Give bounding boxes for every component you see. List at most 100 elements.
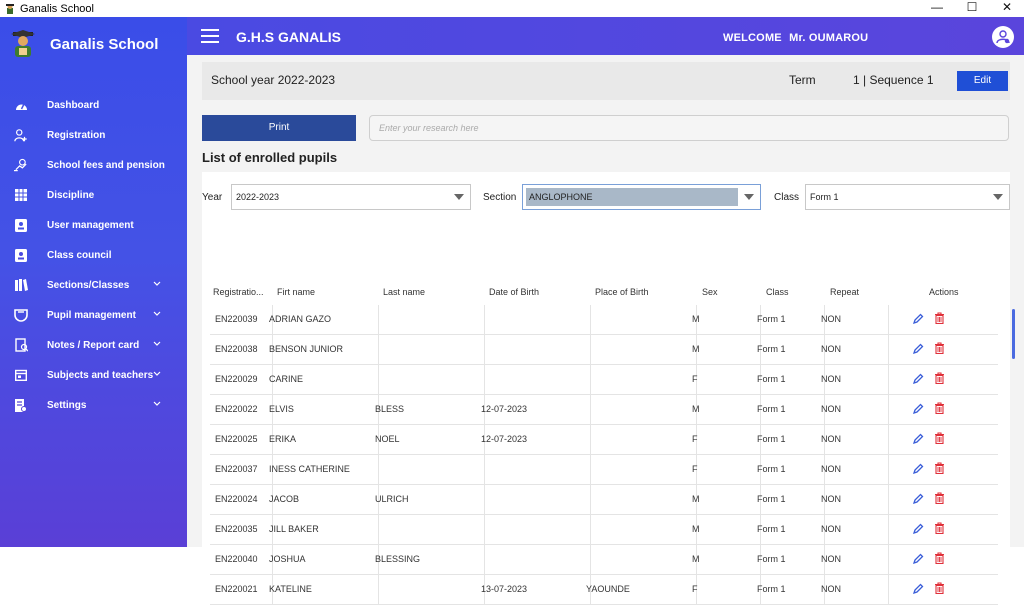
sidebar-item-pupil-management[interactable]: Pupil management [0, 300, 187, 330]
table-row[interactable]: EN220037 INESS CATHERINE F Form 1 NON [210, 455, 998, 485]
delete-trash-icon[interactable] [934, 552, 945, 564]
edit-pencil-icon[interactable] [912, 433, 924, 445]
school-logo-icon [11, 30, 35, 57]
cell-divider [590, 545, 591, 574]
sidebar-item-label: Class council [47, 249, 112, 261]
cell-divider [484, 455, 485, 484]
cell-date-of-birth: 12-07-2023 [481, 404, 528, 414]
edit-pencil-icon[interactable] [912, 403, 924, 415]
table-row[interactable]: EN220021 KATELINE 13-07-2023 YAOUNDE F Form 1… [210, 575, 998, 605]
sidebar-item-sections-classes[interactable]: Sections/Classes [0, 270, 187, 300]
table-row[interactable]: EN220025 ERIKA NOEL 12-07-2023 F Form 1 NON [210, 425, 998, 455]
term-label: Term [789, 73, 816, 87]
cell-sex: F [692, 434, 698, 444]
minimize-button[interactable]: — [917, 0, 957, 17]
delete-trash-icon[interactable] [934, 522, 945, 534]
cell-repeat: NON [821, 554, 841, 564]
cell-divider [484, 515, 485, 544]
cell-divider [378, 305, 379, 334]
edit-pencil-icon[interactable] [912, 343, 924, 355]
sidebar-item-dashboard[interactable]: Dashboard [0, 90, 187, 120]
edit-pencil-icon[interactable] [912, 553, 924, 565]
cell-divider [888, 365, 889, 394]
table-scrollbar[interactable] [1012, 309, 1015, 359]
cell-class: Form 1 [757, 494, 786, 504]
table-row[interactable]: EN220035 JILL BAKER M Form 1 NON [210, 515, 998, 545]
cell-sex: M [692, 404, 700, 414]
sidebar-item-settings[interactable]: Settings [0, 390, 187, 420]
table-row[interactable]: EN220039 ADRIAN GAZO M Form 1 NON [210, 305, 998, 335]
dropdown-arrow-icon [993, 194, 1003, 200]
cell-divider [378, 515, 379, 544]
dropdown-arrow-icon [744, 194, 754, 200]
table-row[interactable]: EN220024 JACOB ULRICH M Form 1 NON [210, 485, 998, 515]
delete-trash-icon[interactable] [934, 312, 945, 324]
sidebar-item-subjects-teachers[interactable]: Subjects and teachers [0, 360, 187, 390]
edit-pencil-icon[interactable] [912, 583, 924, 595]
search-input[interactable]: Enter your research here [369, 115, 1009, 141]
year-select[interactable]: 2022-2023 [231, 184, 471, 210]
section-select[interactable]: ANGLOPHONE [522, 184, 761, 210]
graduation-icon [14, 308, 28, 322]
sidebar-item-discipline[interactable]: Discipline [0, 180, 187, 210]
cell-sex: F [692, 374, 698, 384]
hamburger-menu-icon[interactable] [201, 29, 219, 43]
col-registration[interactable]: Registratio... [213, 287, 264, 297]
section-value: ANGLOPHONE [526, 188, 738, 206]
cell-first-name: ELVIS [269, 404, 294, 414]
cell-sex: M [692, 314, 700, 324]
edit-pencil-icon[interactable] [912, 493, 924, 505]
cell-repeat: NON [821, 404, 841, 414]
delete-trash-icon[interactable] [934, 492, 945, 504]
cell-divider [484, 545, 485, 574]
delete-trash-icon[interactable] [934, 402, 945, 414]
col-sex[interactable]: Sex [702, 287, 718, 297]
col-repeat[interactable]: Repeat [830, 287, 859, 297]
sidebar-item-registration[interactable]: Registration [0, 120, 187, 150]
edit-pencil-icon[interactable] [912, 463, 924, 475]
cell-first-name: ADRIAN GAZO [269, 314, 332, 324]
sidebar-item-label: Dashboard [47, 99, 100, 111]
cell-registration: EN220021 [215, 584, 258, 594]
delete-trash-icon[interactable] [934, 462, 945, 474]
edit-button[interactable]: Edit [957, 71, 1008, 91]
edit-pencil-icon[interactable] [912, 523, 924, 535]
edit-pencil-icon[interactable] [912, 373, 924, 385]
sidebar-item-notes-report-card[interactable]: Notes / Report card [0, 330, 187, 360]
chevron-down-icon [153, 371, 161, 376]
cell-last-name: BLESS [375, 404, 405, 414]
table-row[interactable]: EN220029 CARINE F Form 1 NON [210, 365, 998, 395]
cell-class: Form 1 [757, 404, 786, 414]
col-date-of-birth[interactable]: Date of Birth [489, 287, 539, 297]
delete-trash-icon[interactable] [934, 582, 945, 594]
table-header: Registratio... Firt name Last name Date … [210, 287, 1005, 301]
list-title: List of enrolled pupils [202, 150, 338, 165]
delete-trash-icon[interactable] [934, 372, 945, 384]
user-avatar-icon[interactable] [992, 26, 1014, 48]
cell-divider [378, 575, 379, 604]
table-row[interactable]: EN220040 JOSHUA BLESSING M Form 1 NON [210, 545, 998, 575]
brand[interactable]: Ganalis School [10, 29, 158, 59]
sidebar-item-label: Registration [47, 129, 106, 141]
print-button[interactable]: Print [202, 115, 356, 141]
cell-divider [590, 365, 591, 394]
sidebar-item-class-council[interactable]: Class council [0, 240, 187, 270]
col-class[interactable]: Class [766, 287, 789, 297]
sidebar-item-user-management[interactable]: User management [0, 210, 187, 240]
cell-divider [590, 455, 591, 484]
delete-trash-icon[interactable] [934, 432, 945, 444]
close-button[interactable]: ✕ [987, 0, 1024, 17]
edit-pencil-icon[interactable] [912, 313, 924, 325]
delete-trash-icon[interactable] [934, 342, 945, 354]
table-row[interactable]: EN220022 ELVIS BLESS 12-07-2023 M Form 1 NON [210, 395, 998, 425]
sidebar-item-school-fees[interactable]: School fees and pension [0, 150, 187, 180]
cell-date-of-birth: 13-07-2023 [481, 584, 528, 594]
col-last-name[interactable]: Last name [383, 287, 425, 297]
col-place-of-birth[interactable]: Place of Birth [595, 287, 649, 297]
maximize-button[interactable]: ☐ [952, 0, 992, 17]
class-select[interactable]: Form 1 [805, 184, 1010, 210]
col-first-name[interactable]: Firt name [277, 287, 315, 297]
table-row[interactable]: EN220038 BENSON JUNIOR M Form 1 NON [210, 335, 998, 365]
cell-divider [378, 335, 379, 364]
cell-registration: EN220035 [215, 524, 258, 534]
